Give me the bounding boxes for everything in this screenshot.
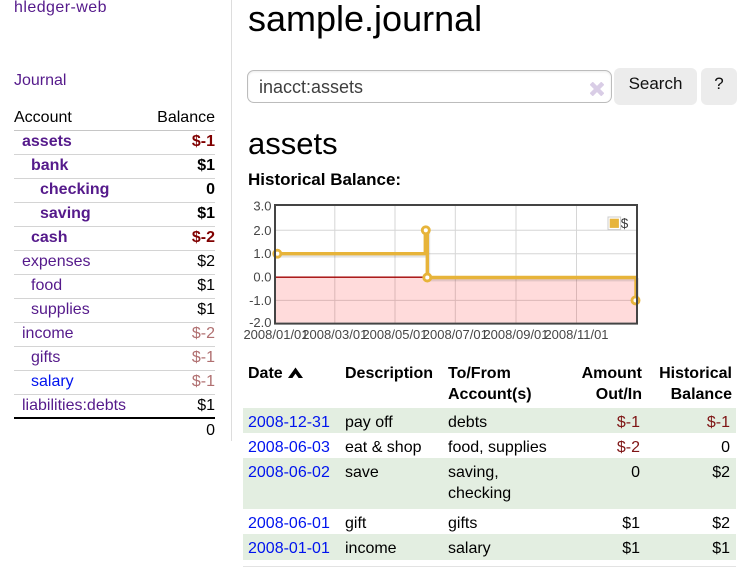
svg-text:2008/09/01: 2008/09/01 (483, 327, 548, 342)
svg-text:-1.0: -1.0 (249, 293, 271, 308)
svg-text:2008/03/01: 2008/03/01 (302, 327, 367, 342)
svg-text:3.0: 3.0 (253, 199, 271, 214)
svg-text:2008/11/01: 2008/11/01 (544, 327, 608, 342)
svg-text:2008/05/01: 2008/05/01 (362, 327, 427, 342)
svg-text:$: $ (621, 216, 629, 231)
svg-text:1.0: 1.0 (253, 246, 271, 261)
svg-text:0.0: 0.0 (253, 270, 271, 285)
svg-text:2008/01/01: 2008/01/01 (243, 327, 308, 342)
svg-text:2.0: 2.0 (253, 223, 271, 238)
svg-text:2008/07/01: 2008/07/01 (423, 327, 488, 342)
